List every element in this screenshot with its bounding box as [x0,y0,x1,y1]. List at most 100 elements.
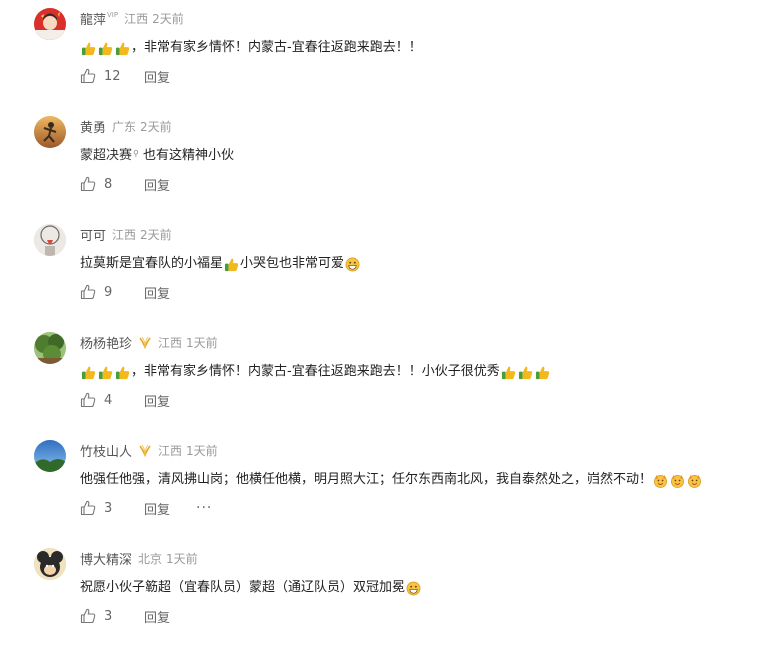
reply-button[interactable]: 回复 [144,499,170,518]
thumbs-up-icon [80,392,96,408]
username[interactable]: 可可 [80,225,106,244]
username[interactable]: 龍萍 [80,9,106,28]
comment-actions: 9 回复 [80,282,170,302]
comment-body: 他强任他强，清风拂山岗；他横任他横，明月照大江；任尔东西南北风，我自泰然处之，岿… [80,472,653,487]
like-button[interactable]: 3 [80,608,130,624]
thumbs-up-emoji [98,365,113,380]
username[interactable]: 博大精深 [80,549,132,568]
comment-meta: 龍萍 VIP 江西 2天前 [80,8,184,28]
avatar[interactable] [34,116,66,148]
comment-body: ，非常有家乡情怀！内蒙古-宜春往返跑来跑去！！小伙子很优秀 [131,364,500,379]
search-icon: ⚲ [133,149,139,158]
timestamp: 2天前 [140,227,172,242]
like-count: 8 [104,176,113,192]
like-button[interactable]: 4 [80,392,130,408]
gold-ring-badge-icon [138,443,152,458]
thumbs-up-emoji [224,257,239,272]
timestamp: 1天前 [186,335,218,350]
thumbs-up-emoji [501,365,516,380]
comment-item: 可可 江西 2天前 拉莫斯是宜春队的小福星 小哭包也非常可爱 9 回复 [0,216,759,324]
cheering-face-emoji [653,473,668,488]
thumbs-up-emoji [98,41,113,56]
thumbs-up-emoji [115,41,130,56]
gold-ring-badge-icon [138,335,152,350]
like-button[interactable]: 12 [80,68,130,84]
like-count: 3 [104,500,113,516]
thumbs-up-emoji [81,41,96,56]
reply-button[interactable]: 回复 [144,283,170,302]
comment-meta: 竹枝山人 江西 1天前 [80,440,218,460]
comment-text: ，非常有家乡情怀！内蒙古-宜春往返跑来跑去！！ [80,38,422,58]
timestamp: 2天前 [152,11,184,26]
thumbs-up-icon [80,500,96,516]
avatar[interactable] [34,440,66,472]
comment-actions: 12 回复 [80,66,170,86]
comment-actions: 4 回复 [80,390,170,410]
username[interactable]: 黄勇 [80,117,106,136]
location: 江西 [158,443,183,458]
thumbs-up-icon [80,68,96,84]
topic-link[interactable]: 蒙超决赛 ⚲ [80,146,139,166]
comment-meta: 博大精深 北京 1天前 [80,548,198,568]
thumbs-up-icon [80,608,96,624]
like-button[interactable]: 9 [80,284,130,300]
comment-item: 黄勇 广东 2天前 蒙超决赛 ⚲ 也有这精神小伙 8 回复 [0,108,759,216]
reply-button[interactable]: 回复 [144,607,170,626]
timestamp: 1天前 [186,443,218,458]
comment-body: 拉莫斯是宜春队的小福星 [80,256,224,271]
comment-text: 祝愿小伙子簕超（宜春队员）蒙超（通辽队员）双冠加冕 [80,578,422,598]
avatar[interactable] [34,224,66,256]
comment-text: 拉莫斯是宜春队的小福星 小哭包也非常可爱 [80,254,361,274]
timestamp: 2天前 [140,119,172,134]
username[interactable]: 竹枝山人 [80,441,132,460]
comment-text: 蒙超决赛 ⚲ 也有这精神小伙 [80,146,234,166]
grin-emoji [406,581,421,596]
like-count: 3 [104,608,113,624]
comment-item: 杨杨艳珍 江西 1天前 ，非常有家乡情怀！内蒙古-宜春往返跑来跑去！！小伙子很优… [0,324,759,432]
comment-body: ，非常有家乡情怀！内蒙古-宜春往返跑来跑去！！ [131,40,422,55]
location: 广东 [112,119,137,134]
username[interactable]: 杨杨艳珍 [80,333,132,352]
thumbs-up-emoji [115,365,130,380]
comment-item: 博大精深 北京 1天前 祝愿小伙子簕超（宜春队员）蒙超（通辽队员）双冠加冕 3 … [0,540,759,648]
comment-actions: 3 回复 ··· [80,498,212,518]
cheering-face-emoji [670,473,685,488]
grin-emoji [345,257,360,272]
reply-button[interactable]: 回复 [144,67,170,86]
topic-label: 蒙超决赛 [80,148,133,163]
reply-button[interactable]: 回复 [144,391,170,410]
like-button[interactable]: 8 [80,176,130,192]
comment-text: 他强任他强，清风拂山岗；他横任他横，明月照大江；任尔东西南北风，我自泰然处之，岿… [80,470,703,490]
timestamp: 1天前 [166,551,198,566]
comment-body-continued: 小哭包也非常可爱 [240,256,345,271]
cheering-face-emoji [687,473,702,488]
like-count: 12 [104,68,121,84]
like-button[interactable]: 3 [80,500,130,516]
comment-text: ，非常有家乡情怀！内蒙古-宜春往返跑来跑去！！小伙子很优秀 [80,362,551,382]
location: 江西 [112,227,137,242]
comment-meta: 杨杨艳珍 江西 1天前 [80,332,218,352]
avatar[interactable] [34,332,66,364]
like-count: 9 [104,284,113,300]
comment-body: 也有这精神小伙 [138,148,235,163]
thumbs-up-emoji [518,365,533,380]
comment-meta: 黄勇 广东 2天前 [80,116,172,136]
comment-item: 竹枝山人 江西 1天前 他强任他强，清风拂山岗；他横任他横，明月照大江；任尔东西… [0,432,759,540]
location: 江西 [124,11,149,26]
avatar[interactable] [34,8,66,40]
thumbs-up-icon [80,176,96,192]
more-options-icon[interactable]: ··· [196,500,212,516]
thumbs-up-icon [80,284,96,300]
thumbs-up-emoji [81,365,96,380]
comment-actions: 8 回复 [80,174,170,194]
like-count: 4 [104,392,113,408]
comment-meta: 可可 江西 2天前 [80,224,172,244]
reply-button[interactable]: 回复 [144,175,170,194]
comment-body: 祝愿小伙子簕超（宜春队员）蒙超（通辽队员）双冠加冕 [80,580,406,595]
avatar[interactable] [34,548,66,580]
thumbs-up-emoji [535,365,550,380]
comment-item: 龍萍 VIP 江西 2天前 ，非常有家乡情怀！内蒙古-宜春往返跑来跑去！！ 12… [0,0,759,108]
vip-badge: VIP [107,11,119,19]
location: 江西 [158,335,183,350]
location: 北京 [138,551,163,566]
